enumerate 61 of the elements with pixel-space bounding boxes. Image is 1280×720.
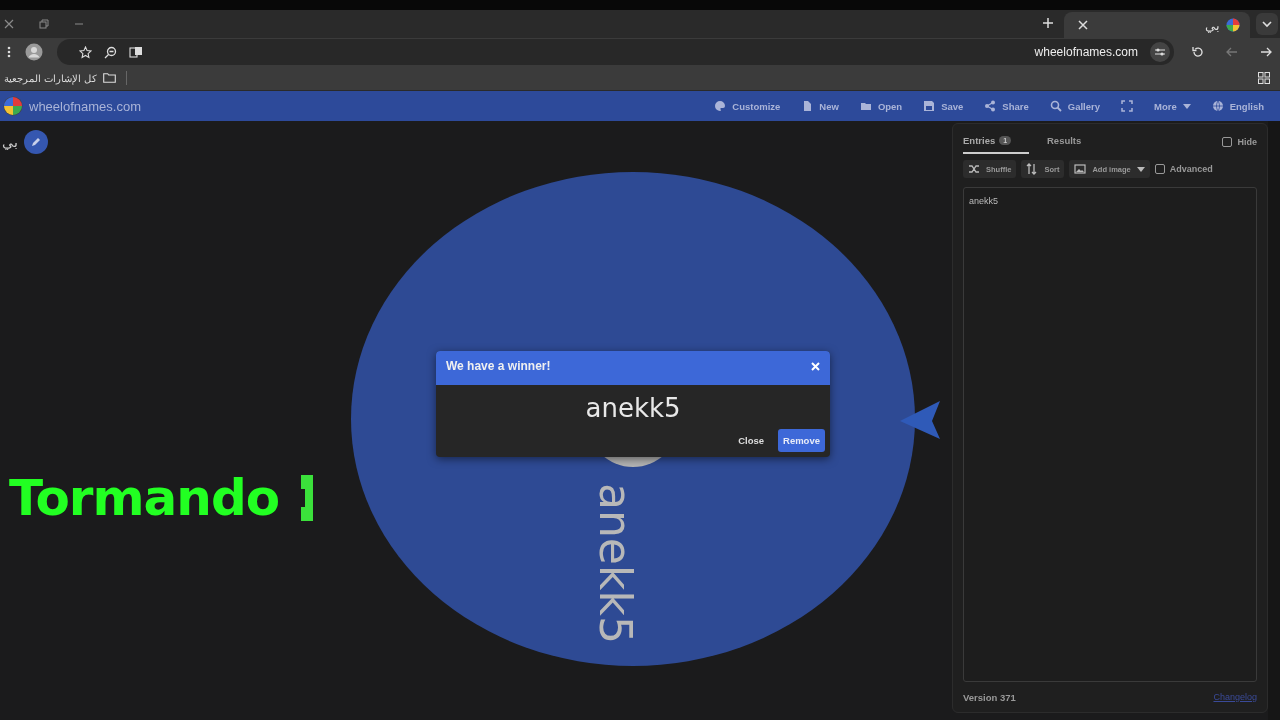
profile-icon[interactable] — [25, 43, 43, 61]
wheel-logo-icon — [3, 96, 23, 116]
wheel-pointer-icon — [900, 401, 940, 439]
forward-icon[interactable] — [1260, 46, 1272, 58]
reload-icon[interactable] — [1192, 46, 1204, 58]
checkbox[interactable] — [1154, 164, 1165, 174]
file-icon — [801, 100, 814, 112]
panel-tab[interactable]: Results — [1047, 130, 1082, 154]
wheel-label: anekk5 — [590, 483, 641, 644]
sort-icon — [1026, 163, 1039, 175]
restore-icon[interactable] — [39, 19, 49, 29]
folder-icon — [102, 73, 116, 83]
menu-button[interactable]: Save — [923, 96, 964, 116]
menu-button[interactable]: Open — [859, 96, 903, 116]
search-icon — [1049, 100, 1062, 112]
folder-icon — [859, 100, 872, 112]
menu-button[interactable]: Customize — [714, 96, 781, 116]
back-icon[interactable] — [1226, 46, 1238, 58]
edit-title-button[interactable] — [24, 130, 48, 154]
menu-button[interactable]: New — [801, 96, 839, 116]
save-icon — [923, 100, 936, 112]
hide-checkbox[interactable]: Hide — [1222, 137, 1257, 147]
new-tab-icon[interactable] — [1042, 17, 1054, 29]
palette-icon — [714, 100, 727, 112]
wheel-title: بي — [2, 134, 18, 150]
site-logo-text[interactable]: wheelofnames.com — [29, 98, 141, 114]
shuffle-icon — [968, 163, 980, 175]
version-text: Version 371 — [963, 691, 1016, 703]
zoom-icon[interactable] — [104, 45, 117, 59]
browser-tab[interactable]: بي — [1064, 12, 1250, 38]
share-icon — [984, 100, 997, 112]
caret-icon — [1182, 103, 1191, 109]
menu-button[interactable]: More — [1154, 96, 1191, 116]
winner-name: anekk5 — [584, 392, 682, 425]
advanced-checkbox[interactable]: Advanced — [1154, 164, 1213, 174]
menu-icon[interactable] — [7, 46, 11, 58]
scrollbar[interactable] — [1268, 121, 1280, 720]
fullscreen-icon — [1121, 100, 1133, 112]
menu-button[interactable]: English — [1211, 96, 1264, 116]
close-icon[interactable] — [4, 19, 14, 29]
bookmark-folder[interactable]: كل الإشارات المرجعية — [4, 72, 116, 84]
menu-button[interactable]: Gallery — [1049, 96, 1100, 116]
wheel-favicon-icon — [1226, 18, 1240, 32]
apps-icon[interactable] — [1258, 72, 1270, 84]
checkbox[interactable] — [1222, 137, 1233, 147]
dialog-title: We have a winner! — [446, 359, 551, 373]
entries-field[interactable]: anekk5 — [963, 187, 1257, 682]
close-button[interactable]: Close — [734, 429, 769, 452]
tab-list-icon[interactable] — [1256, 13, 1278, 35]
star-icon[interactable] — [79, 45, 92, 59]
url-text: wheelofnames.com — [1034, 45, 1138, 59]
tab-title: بي — [1205, 17, 1220, 33]
remove-button[interactable]: Remove — [778, 429, 825, 452]
translate-icon[interactable] — [129, 45, 143, 59]
site-settings-icon[interactable] — [1150, 42, 1170, 62]
image-icon — [1074, 163, 1087, 175]
overlay-caption: Tormando — [9, 469, 280, 527]
menu-button[interactable]: Share — [984, 96, 1029, 116]
globe-icon — [1211, 100, 1224, 112]
address-field[interactable]: wheelofnames.com — [57, 39, 1174, 65]
pencil-icon — [30, 136, 42, 148]
